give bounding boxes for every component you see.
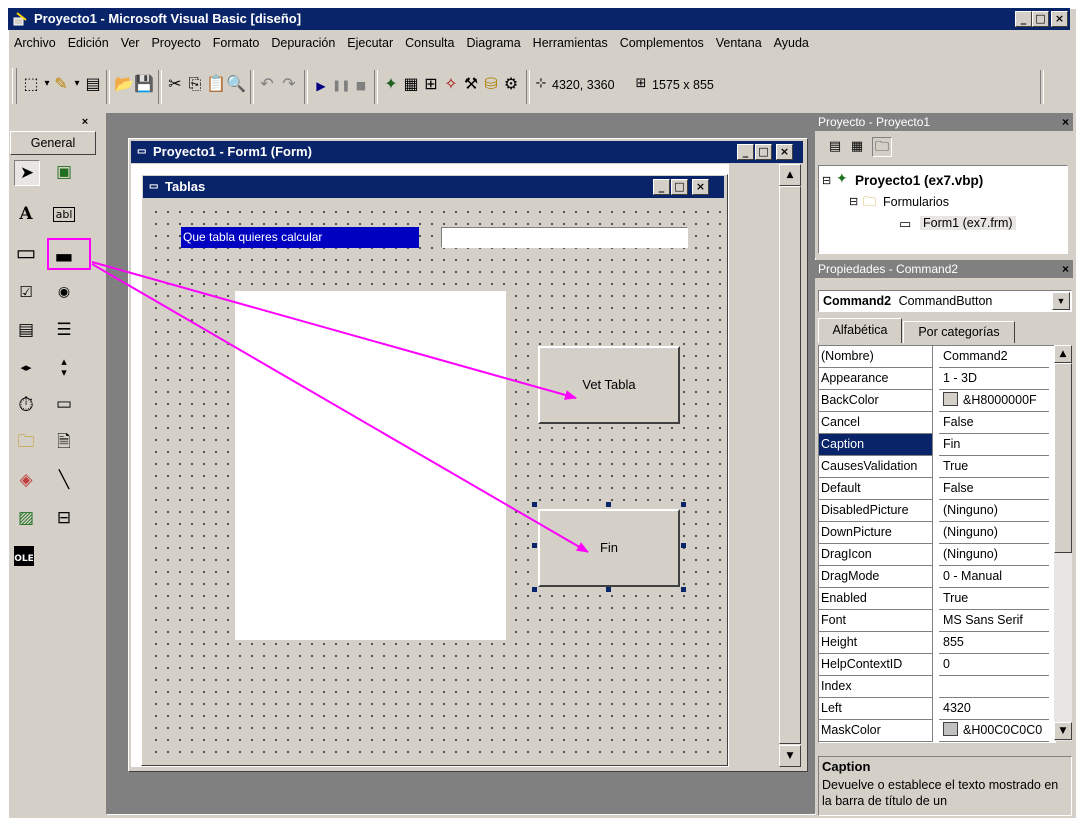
close-icon[interactable]: × [1062,260,1069,278]
property-value[interactable]: False [939,478,1049,500]
folder-icon: 🗀 [863,194,877,209]
object-selector[interactable]: Command2 CommandButton ▼ [818,290,1072,312]
project-icon: ✦ [836,170,848,186]
property-value[interactable]: (Ninguno) [939,544,1049,566]
property-row[interactable]: Left 4320 [819,698,1053,720]
properties-panel-title: Propiedades - Command2 [818,262,959,276]
properties-scrollbar[interactable]: ▲ ▼ [1054,345,1072,741]
property-name: DownPicture [819,522,933,544]
project-panel-title: Proyecto - Proyecto1 [818,115,931,129]
property-value[interactable]: Command2 [939,346,1049,368]
property-name: DragIcon [819,544,933,566]
property-value[interactable]: &H8000000F [939,390,1049,412]
property-row[interactable]: Default False [819,478,1053,500]
property-row[interactable]: HelpContextID 0 [819,654,1053,676]
property-value[interactable]: False [939,412,1049,434]
property-name: Index [819,676,933,698]
arrow-to-fin [91,263,589,553]
properties-panel-titlebar: Propiedades - Command2 × [815,260,1073,278]
object-name: Command2 [823,294,892,308]
collapse-icon[interactable]: ⊟ [849,195,858,208]
property-value[interactable]: (Ninguno) [939,522,1049,544]
property-row[interactable]: Appearance 1 - 3D [819,368,1053,390]
view-code-icon[interactable]: ▤ [826,138,844,156]
property-name: Height [819,632,933,654]
property-value[interactable]: MS Sans Serif [939,610,1049,632]
property-row[interactable]: CausesValidation True [819,456,1053,478]
property-value-text: &H8000000F [963,393,1037,407]
property-row[interactable]: BackColor &H8000000F [819,390,1053,412]
property-value[interactable]: True [939,588,1049,610]
property-row[interactable]: Index [819,676,1053,698]
property-row[interactable]: Height 855 [819,632,1053,654]
property-value[interactable] [939,676,1049,698]
property-row[interactable]: Caption Fin [819,434,1053,456]
form-file-icon: ▭ [899,216,912,231]
collapse-icon[interactable]: ⊟ [822,174,831,187]
project-panel-titlebar: Proyecto - Proyecto1 × [815,113,1073,131]
property-value-text: &H00C0C0C0 [963,723,1043,737]
property-value[interactable]: Fin [939,434,1049,456]
property-value[interactable]: &H00C0C0C0 [939,720,1049,742]
property-name: Default [819,478,933,500]
color-swatch [943,722,958,736]
property-row[interactable]: DragMode 0 - Manual [819,566,1053,588]
property-value[interactable]: (Ninguno) [939,500,1049,522]
property-name: MaskColor [819,720,933,742]
scroll-thumb[interactable] [1054,363,1072,553]
property-row[interactable]: (Nombre) Command2 [819,346,1053,368]
color-swatch [943,392,958,406]
chevron-down-icon[interactable]: ▼ [1052,292,1070,310]
description-text: Devuelve o establece el texto mostrado e… [822,778,1059,808]
property-value[interactable]: 0 - Manual [939,566,1049,588]
description-title: Caption [822,759,871,774]
property-name: Caption [819,434,933,456]
property-row[interactable]: Enabled True [819,588,1053,610]
property-name: HelpContextID [819,654,933,676]
property-row[interactable]: DisabledPicture (Ninguno) [819,500,1053,522]
tree-folder[interactable]: Formularios [883,195,949,209]
scroll-up-icon[interactable]: ▲ [1054,345,1072,363]
property-name: Appearance [819,368,933,390]
arrow-to-vet-tabla [91,261,577,400]
tree-root[interactable]: Proyecto1 (ex7.vbp) [855,173,983,188]
property-row[interactable]: Font MS Sans Serif [819,610,1053,632]
property-name: Left [819,698,933,720]
toggle-folders-icon[interactable]: 🗀 [872,137,892,157]
property-name: Cancel [819,412,933,434]
scroll-down-icon[interactable]: ▼ [1054,722,1072,740]
property-value[interactable]: 0 [939,654,1049,676]
property-name: Font [819,610,933,632]
property-description: Caption Devuelve o establece el texto mo… [818,756,1072,816]
property-value[interactable]: 855 [939,632,1049,654]
property-value[interactable]: 4320 [939,698,1049,720]
tree-item-form1[interactable]: Form1 (ex7.frm) [920,216,1016,230]
property-name: DragMode [819,566,933,588]
property-row[interactable]: Cancel False [819,412,1053,434]
tab-por-categorias[interactable]: Por categorías [903,321,1015,343]
property-name: CausesValidation [819,456,933,478]
property-name: DisabledPicture [819,500,933,522]
property-value[interactable]: 1 - 3D [939,368,1049,390]
property-row[interactable]: DragIcon (Ninguno) [819,544,1053,566]
close-icon[interactable]: × [1062,113,1069,131]
object-type: CommandButton [898,294,993,308]
property-row[interactable]: MaskColor &H00C0C0C0 [819,720,1053,742]
property-name: Enabled [819,588,933,610]
property-grid: (Nombre) Command2 Appearance 1 - 3D BackColo… [818,345,1056,743]
property-value[interactable]: True [939,456,1049,478]
property-name: BackColor [819,390,933,412]
view-object-icon[interactable]: ▦ [848,138,866,156]
property-row[interactable]: DownPicture (Ninguno) [819,522,1053,544]
property-name: (Nombre) [819,346,933,368]
tab-alfabetica[interactable]: Alfabética [818,318,902,343]
